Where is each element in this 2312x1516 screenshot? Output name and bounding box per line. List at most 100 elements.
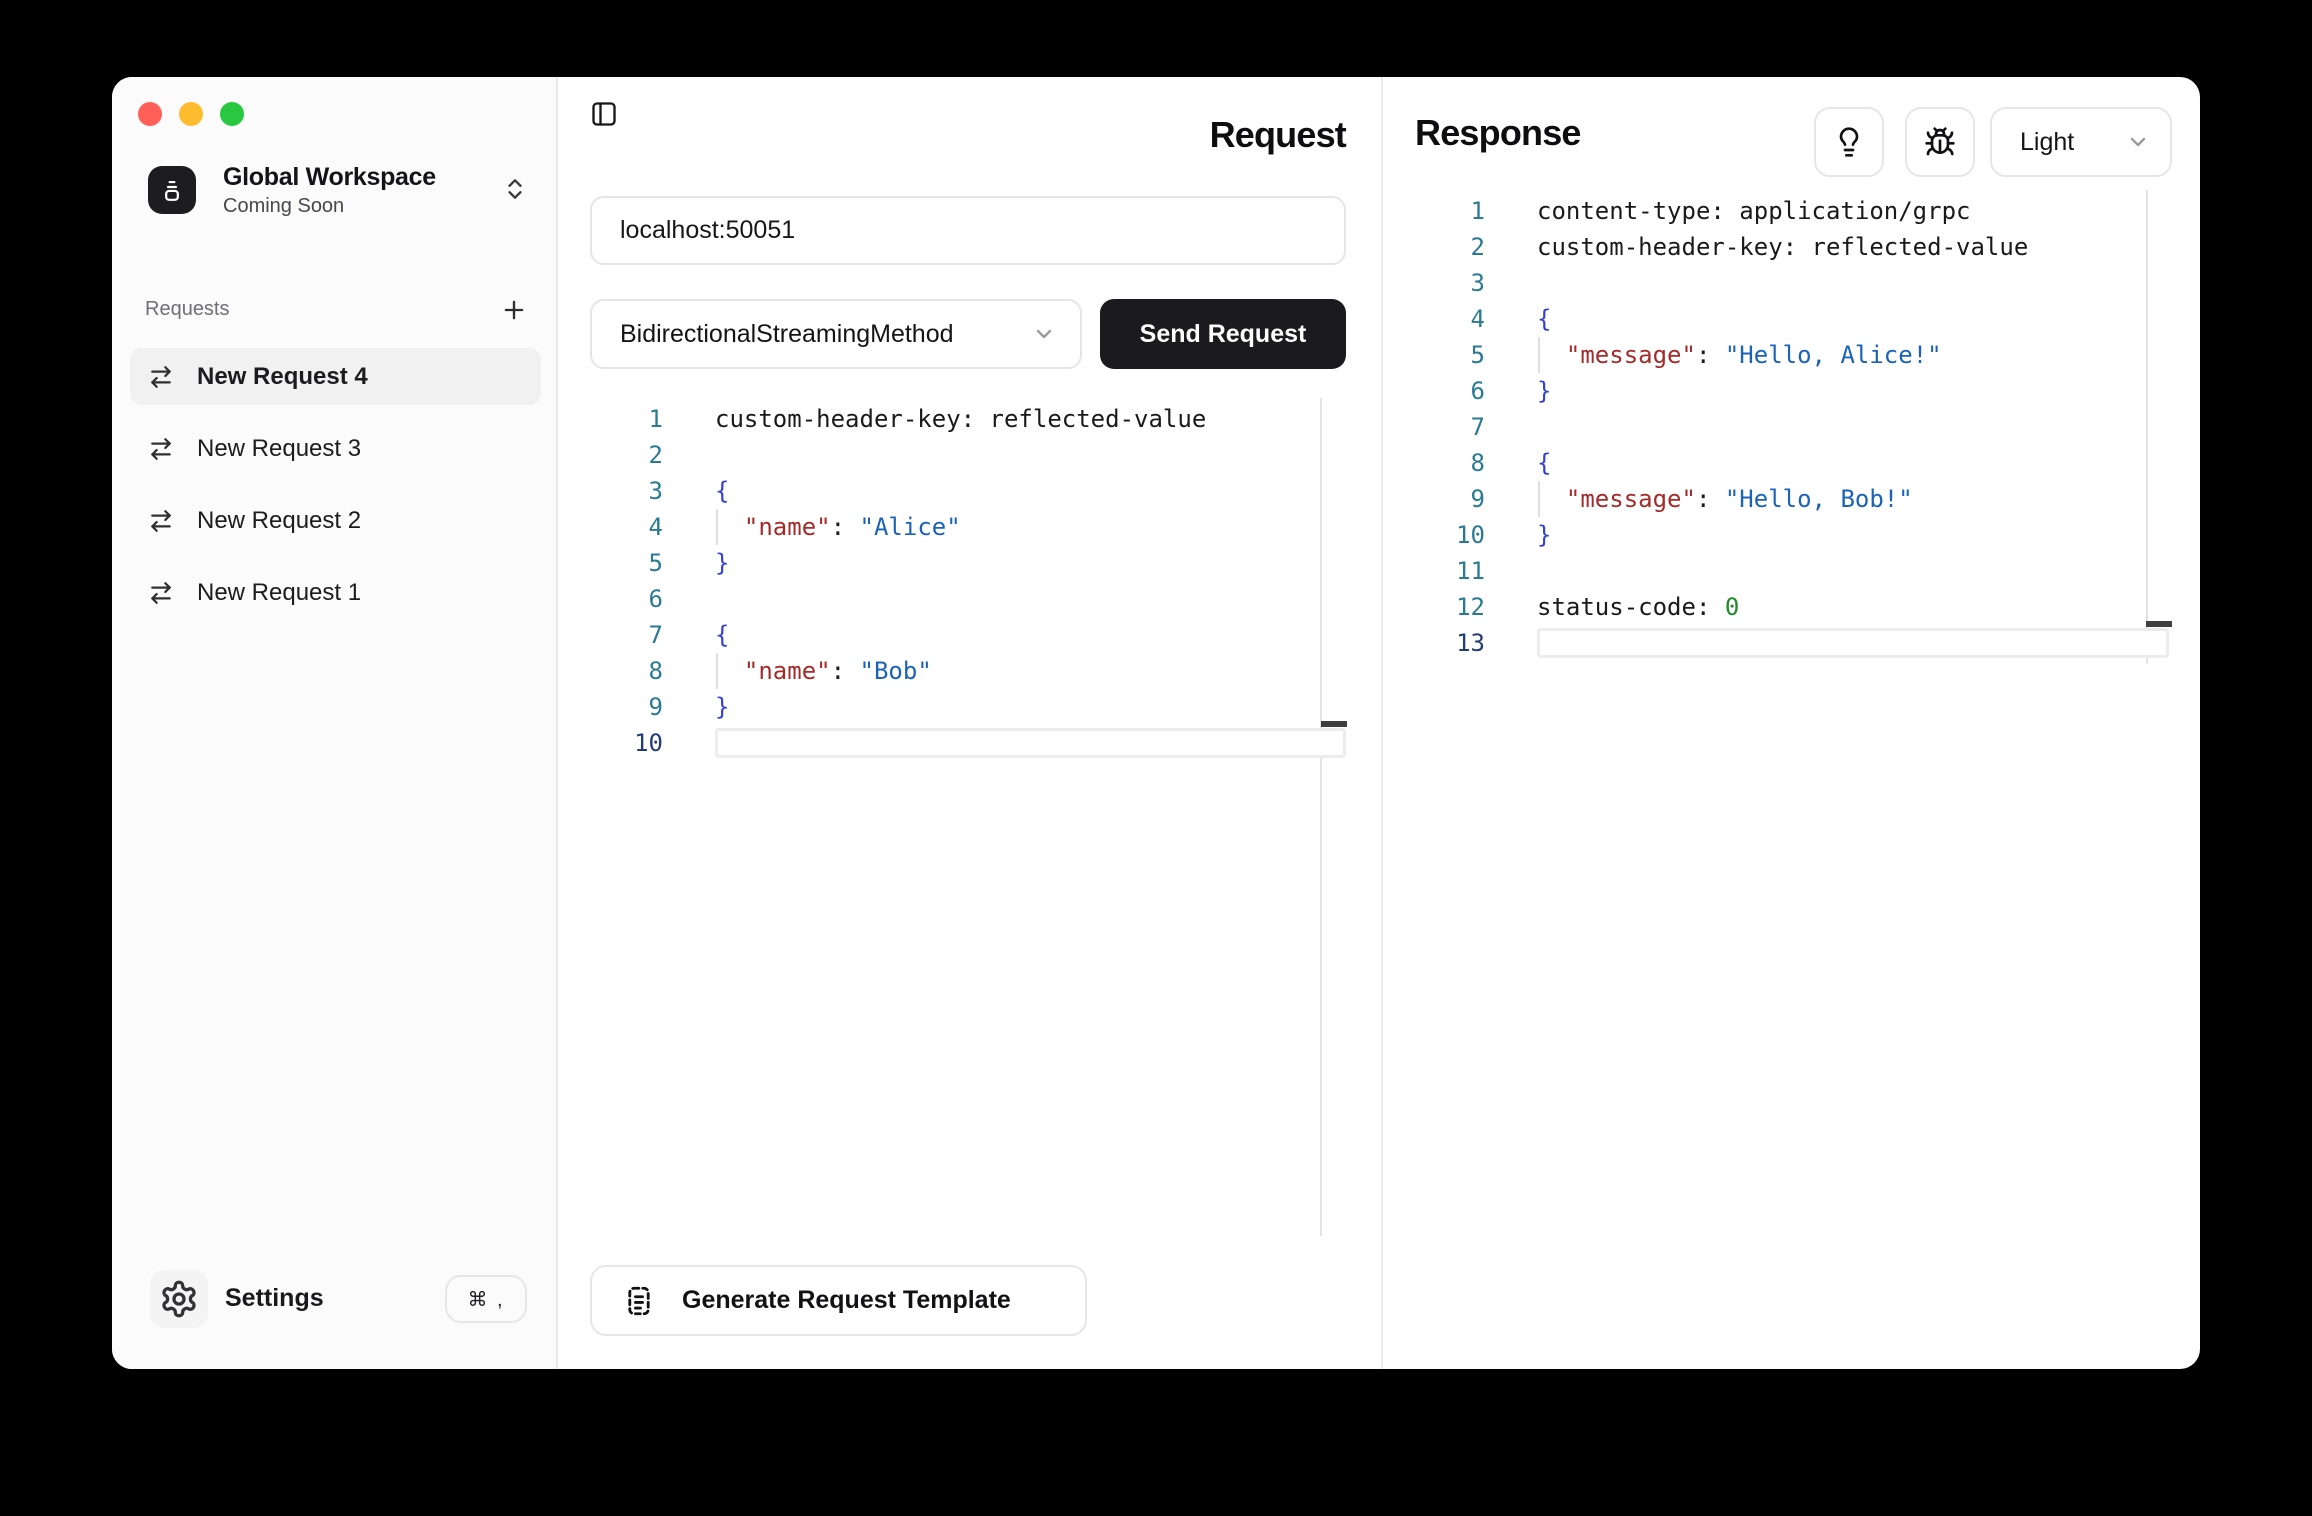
- line-number: 1: [573, 401, 663, 437]
- code-line[interactable]: "message": "Hello, Alice!": [1537, 337, 1942, 373]
- template-dashed-icon: [622, 1284, 656, 1318]
- chevrons-up-down-icon: [502, 176, 528, 202]
- line-number: 9: [573, 689, 663, 725]
- theme-select[interactable]: Light: [1990, 107, 2172, 177]
- request-editor-scrollbar-thumb[interactable]: [1321, 721, 1347, 727]
- code-token: }: [1537, 377, 1551, 405]
- request-editor-active-line[interactable]: [715, 728, 1346, 758]
- code-token: }: [715, 693, 729, 721]
- code-line[interactable]: "name": "Bob": [715, 653, 932, 689]
- response-editor-scrollbar-track: [2146, 190, 2148, 664]
- response-editor-scrollbar-thumb[interactable]: [2146, 621, 2172, 627]
- line-number: 10: [573, 725, 663, 761]
- code-token: {: [715, 477, 729, 505]
- generate-template-button[interactable]: Generate Request Template: [590, 1265, 1087, 1336]
- code-line[interactable]: "message": "Hello, Bob!": [1537, 481, 1913, 517]
- code-token: "name": [744, 513, 831, 541]
- sidebar-request-item[interactable]: New Request 3: [130, 420, 541, 477]
- code-token: {: [1537, 449, 1551, 477]
- sidebar-request-item[interactable]: New Request 1: [130, 564, 541, 621]
- debug-button[interactable]: [1905, 107, 1975, 177]
- arrow-right-left-icon: [148, 364, 174, 390]
- code-token: {: [715, 621, 729, 649]
- line-number: 7: [1395, 409, 1485, 445]
- code-line[interactable]: content-type: application/grpc: [1537, 193, 1970, 229]
- zoom-button[interactable]: [220, 102, 244, 126]
- sidebar-toggle-button[interactable]: [589, 99, 619, 129]
- code-token: :: [1696, 341, 1725, 369]
- lightbulb-icon: [1833, 126, 1865, 158]
- line-number: 10: [1395, 517, 1485, 553]
- line-number: 3: [1395, 265, 1485, 301]
- code-line[interactable]: status-code: 0: [1537, 589, 1739, 625]
- code-token: custom-header-key: reflected-value: [715, 405, 1206, 433]
- theme-select-value: Light: [2020, 128, 2126, 157]
- line-number: 5: [1395, 337, 1485, 373]
- code-token: [715, 657, 744, 685]
- minimize-button[interactable]: [179, 102, 203, 126]
- code-token: "Hello, Bob!": [1725, 485, 1913, 513]
- line-number: 1: [1395, 193, 1485, 229]
- line-number: 5: [573, 545, 663, 581]
- server-url-input[interactable]: [590, 196, 1346, 265]
- request-editor-scrollbar-track: [1320, 398, 1322, 1236]
- code-token: }: [715, 549, 729, 577]
- workspace-jar-icon: [148, 166, 196, 214]
- code-token: :: [831, 513, 860, 541]
- code-line[interactable]: }: [715, 545, 729, 581]
- arrow-right-left-icon: [148, 580, 174, 606]
- line-number: 6: [1395, 373, 1485, 409]
- code-token: "name": [744, 657, 831, 685]
- code-line[interactable]: }: [715, 689, 729, 725]
- code-line[interactable]: {: [715, 617, 729, 653]
- response-editor-active-line[interactable]: [1537, 628, 2169, 658]
- sidebar-request-item[interactable]: New Request 4: [130, 348, 541, 405]
- chevron-down-icon: [2126, 130, 2150, 154]
- plus-icon: [500, 296, 528, 324]
- code-line[interactable]: {: [1537, 301, 1551, 337]
- line-number: 7: [573, 617, 663, 653]
- panel-left-icon: [590, 100, 618, 128]
- code-token: "message": [1566, 341, 1696, 369]
- code-line[interactable]: {: [1537, 445, 1551, 481]
- code-line[interactable]: "name": "Alice": [715, 509, 961, 545]
- method-select-value: BidirectionalStreamingMethod: [620, 320, 1032, 349]
- code-token: 0: [1725, 593, 1739, 621]
- code-token: status-code:: [1537, 593, 1725, 621]
- settings-button[interactable]: Settings ⌘ ,: [112, 1268, 558, 1330]
- code-token: "message": [1566, 485, 1696, 513]
- code-token: [1537, 341, 1566, 369]
- workspace-subtitle: Coming Soon: [223, 193, 436, 220]
- send-request-button[interactable]: Send Request: [1100, 299, 1346, 369]
- code-line[interactable]: }: [1537, 517, 1551, 553]
- line-number: 11: [1395, 553, 1485, 589]
- method-select[interactable]: BidirectionalStreamingMethod: [590, 299, 1082, 369]
- bug-icon: [1924, 126, 1956, 158]
- code-token: custom-header-key: reflected-value: [1537, 233, 2028, 261]
- code-token: :: [831, 657, 860, 685]
- line-number: 12: [1395, 589, 1485, 625]
- code-line[interactable]: {: [715, 473, 729, 509]
- app-window: Global Workspace Coming Soon Requests Ne…: [112, 77, 2200, 1369]
- add-request-button[interactable]: [500, 296, 528, 324]
- arrow-right-left-icon: [148, 508, 174, 534]
- code-token: "Bob": [860, 657, 932, 685]
- traffic-lights: [138, 102, 244, 126]
- code-token: }: [1537, 521, 1551, 549]
- workspace-switcher[interactable]: Global Workspace Coming Soon: [148, 166, 538, 214]
- code-token: :: [1696, 485, 1725, 513]
- chevron-down-icon: [1032, 322, 1056, 346]
- sidebar-request-item[interactable]: New Request 2: [130, 492, 541, 549]
- code-line[interactable]: }: [1537, 373, 1551, 409]
- arrow-right-left-icon: [148, 436, 174, 462]
- gear-icon: [159, 1279, 199, 1319]
- settings-label: Settings: [225, 1284, 324, 1313]
- line-number: 13: [1395, 625, 1485, 661]
- code-line[interactable]: custom-header-key: reflected-value: [715, 401, 1206, 437]
- sidebar: Global Workspace Coming Soon Requests Ne…: [112, 77, 558, 1369]
- line-number: 2: [573, 437, 663, 473]
- close-button[interactable]: [138, 102, 162, 126]
- code-line[interactable]: custom-header-key: reflected-value: [1537, 229, 2028, 265]
- hint-button[interactable]: [1814, 107, 1884, 177]
- code-token: [715, 513, 744, 541]
